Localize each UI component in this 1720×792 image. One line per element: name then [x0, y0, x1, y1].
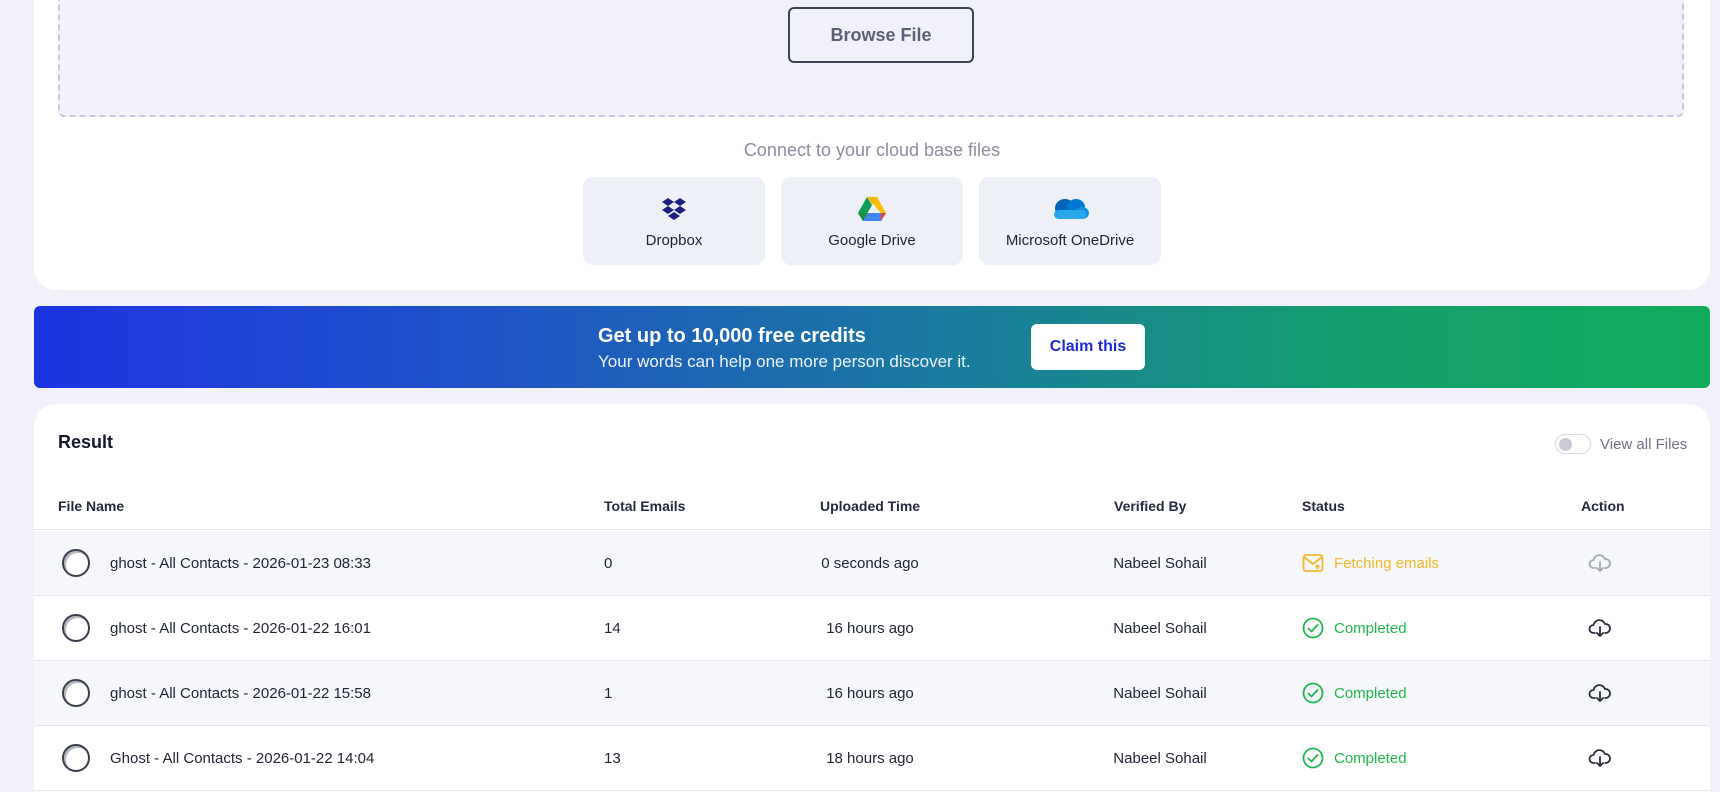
- col-uploaded-time: Uploaded Time: [820, 498, 921, 514]
- status-badge: Completed: [1302, 596, 1407, 660]
- status-badge: Fetching emails: [1302, 531, 1439, 595]
- status-text: Completed: [1334, 749, 1407, 767]
- dropbox-icon: [661, 194, 687, 224]
- uploaded-time: 0 seconds ago: [821, 554, 919, 572]
- verified-by: Nabeel Sohail: [1113, 684, 1207, 702]
- col-total-emails: Total Emails: [604, 498, 686, 514]
- table-header: File Name Total Emails Uploaded Time Ver…: [34, 490, 1710, 530]
- total-emails: 0: [604, 554, 613, 572]
- status-text: Completed: [1334, 619, 1407, 637]
- check-circle-icon: [1302, 682, 1324, 704]
- check-circle-icon: [1302, 747, 1324, 769]
- col-verified-by: Verified By: [1114, 498, 1187, 514]
- fetching-mail-icon: [1302, 552, 1324, 574]
- promo-banner: Get up to 10,000 free credits Your words…: [34, 306, 1710, 388]
- table-row[interactable]: Ghost - All Contacts - 2026-01-22 14:04 …: [34, 726, 1710, 791]
- onedrive-button[interactable]: Microsoft OneDrive: [979, 177, 1161, 265]
- uploaded-time: 16 hours ago: [826, 684, 914, 702]
- toggle-switch[interactable]: [1555, 434, 1591, 454]
- download-icon[interactable]: [1588, 681, 1612, 705]
- download-icon[interactable]: [1588, 616, 1612, 640]
- file-name: ghost - All Contacts - 2026-01-23 08:33: [110, 554, 371, 572]
- onedrive-icon: [1050, 194, 1090, 224]
- upload-card: Browse File Connect to your cloud base f…: [34, 0, 1710, 290]
- status-badge: Completed: [1302, 726, 1407, 790]
- cloud-heading: Connect to your cloud base files: [743, 140, 1001, 160]
- col-file-name: File Name: [58, 498, 125, 514]
- row-select-radio[interactable]: [62, 744, 90, 772]
- download-icon[interactable]: [1588, 746, 1612, 770]
- result-title: Result: [58, 432, 114, 452]
- row-select-radio[interactable]: [62, 614, 90, 642]
- uploaded-time: 18 hours ago: [826, 749, 914, 767]
- total-emails: 1: [604, 684, 613, 702]
- table-row[interactable]: ghost - All Contacts - 2026-01-22 16:01 …: [34, 596, 1710, 661]
- status-badge: Completed: [1302, 661, 1407, 725]
- row-select-radio[interactable]: [62, 679, 90, 707]
- status-text: Fetching emails: [1334, 554, 1440, 572]
- result-card: Result View all Files File Name Total Em…: [34, 404, 1710, 792]
- file-name: ghost - All Contacts - 2026-01-22 16:01: [110, 619, 371, 637]
- total-emails: 13: [604, 749, 621, 767]
- claim-button[interactable]: Claim this: [1031, 324, 1145, 370]
- promo-title: Get up to 10,000 free credits: [598, 325, 866, 347]
- view-all-files-toggle[interactable]: View all Files: [1555, 434, 1687, 454]
- toggle-label: View all Files: [1600, 435, 1688, 453]
- status-text: Completed: [1334, 684, 1407, 702]
- google-drive-icon: [857, 194, 887, 224]
- download-icon[interactable]: [1588, 551, 1612, 575]
- file-name: ghost - All Contacts - 2026-01-22 15:58: [110, 684, 371, 702]
- row-select-radio[interactable]: [62, 549, 90, 577]
- total-emails: 14: [604, 619, 621, 637]
- browse-file-button[interactable]: Browse File: [788, 7, 974, 63]
- promo-subtitle: Your words can help one more person disc…: [598, 352, 971, 371]
- file-dropzone[interactable]: Browse File: [58, 0, 1684, 117]
- col-action: Action: [1581, 498, 1625, 514]
- uploaded-time: 16 hours ago: [826, 619, 914, 637]
- verified-by: Nabeel Sohail: [1113, 749, 1207, 767]
- table-row[interactable]: ghost - All Contacts - 2026-01-22 15:58 …: [34, 661, 1710, 726]
- dropbox-button[interactable]: Dropbox: [583, 177, 765, 265]
- google-drive-label: Google Drive: [828, 231, 916, 249]
- verified-by: Nabeel Sohail: [1113, 619, 1207, 637]
- col-status: Status: [1302, 498, 1345, 514]
- table-row[interactable]: ghost - All Contacts - 2026-01-23 08:33 …: [34, 531, 1710, 596]
- dropbox-label: Dropbox: [645, 231, 703, 249]
- check-circle-icon: [1302, 617, 1324, 639]
- file-name: Ghost - All Contacts - 2026-01-22 14:04: [110, 749, 375, 767]
- verified-by: Nabeel Sohail: [1113, 554, 1207, 572]
- google-drive-button[interactable]: Google Drive: [781, 177, 963, 265]
- onedrive-label: Microsoft OneDrive: [1005, 231, 1135, 249]
